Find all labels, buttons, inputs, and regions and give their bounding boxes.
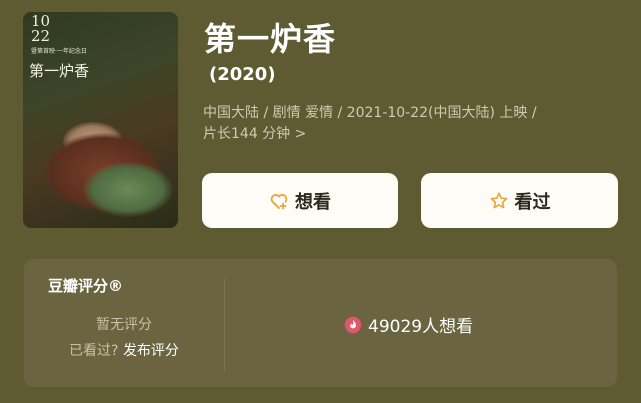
movie-meta-line1: 中国大陆 / 剧情 爱情 / 2021-10-22(中国大陆) 上映 / xyxy=(203,105,537,121)
no-rating-text: 暂无评分 xyxy=(96,317,152,333)
want-to-watch-button[interactable]: 想看 xyxy=(202,173,398,228)
movie-meta-line2: 片长144 分钟 > xyxy=(203,126,307,142)
poster-date: 10 22 xyxy=(31,12,51,45)
flame-icon xyxy=(344,316,362,333)
movie-year: (2020) xyxy=(209,64,276,85)
poster-title: 第一炉香 xyxy=(29,62,90,80)
want-count-label: 49029人想看 xyxy=(368,317,474,337)
panel-divider xyxy=(224,279,225,371)
want-to-watch-label: 想看 xyxy=(295,191,331,213)
douban-rating-title: 豆瓣评分® xyxy=(48,277,124,295)
watched-label: 看过 xyxy=(514,191,551,213)
star-icon xyxy=(490,192,507,208)
poster-tagline: 暨第首映·一年纪念日 xyxy=(31,48,87,55)
post-rating-link[interactable]: 发布评分 xyxy=(123,343,179,359)
seen-prompt: 已看过? 发布评分 xyxy=(24,340,224,360)
rating-panel: 豆瓣评分® 暂无评分 已看过? 发布评分 49029人想看 xyxy=(24,259,617,387)
seen-question: 已看过? xyxy=(69,343,119,359)
movie-meta[interactable]: 中国大陆 / 剧情 爱情 / 2021-10-22(中国大陆) 上映 / 片长1… xyxy=(203,103,613,145)
movie-poster[interactable]: 10 22 暨第首映·一年纪念日 第一炉香 xyxy=(23,12,178,228)
want-count: 49029人想看 xyxy=(344,312,473,337)
heart-plus-icon xyxy=(270,193,288,209)
movie-title: 第一炉香 xyxy=(204,20,337,58)
watched-button[interactable]: 看过 xyxy=(421,173,618,228)
poster-figure-shirt xyxy=(83,162,173,217)
